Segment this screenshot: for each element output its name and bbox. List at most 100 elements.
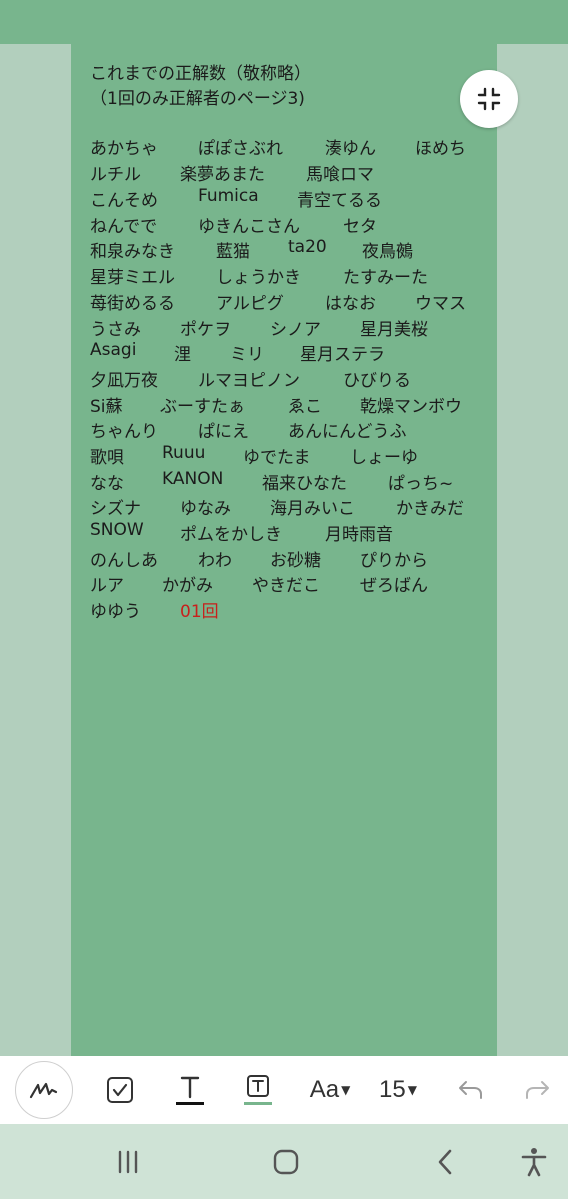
name-cell: ひびりる: [343, 371, 411, 391]
system-navigation-bar: [0, 1124, 568, 1199]
name-cell: かがみ: [162, 576, 213, 596]
list-item: ルア かがみ やきだこ ぜろばん: [90, 571, 490, 596]
name-cell: ぜろばん: [360, 576, 428, 596]
name-cell: 青空てるる: [297, 191, 382, 211]
name-cell: なな: [90, 474, 124, 494]
name-cell: Si蘇: [90, 397, 123, 417]
name-cell: 和泉みなき: [90, 242, 175, 262]
name-cell: セタ: [343, 217, 377, 237]
list-item: ゆゆう 01回: [90, 597, 490, 622]
right-margin: [497, 44, 568, 1056]
font-size-value: 15: [379, 1076, 406, 1103]
font-style-dropdown[interactable]: Aa ▼: [300, 1056, 360, 1124]
font-style-label: Aa: [309, 1076, 340, 1103]
top-status-area: [0, 0, 568, 44]
list-item: ルチル 楽夢あまた 馬喰ロマ: [90, 160, 490, 185]
name-cell: お砂糖: [270, 551, 321, 571]
home-button[interactable]: [262, 1124, 310, 1199]
name-cell: あんにんどうふ: [288, 422, 407, 442]
text-style-button[interactable]: [170, 1056, 210, 1124]
recent-apps-button[interactable]: [104, 1124, 152, 1199]
name-cell: あかちゃ: [90, 139, 158, 159]
list-item: うさみ ポケヲ シノア 星月美桜: [90, 315, 490, 340]
font-size-dropdown[interactable]: 15 ▼: [370, 1056, 426, 1124]
list-item: シズナ ゆなみ 海月みいこ かきみだ: [90, 494, 490, 519]
note-toolbar: Aa ▼ 15 ▼: [0, 1056, 568, 1124]
name-cell: しょーゆ: [350, 448, 418, 468]
name-cell: ぱにえ: [198, 422, 249, 442]
name-cell: ポケヲ: [180, 320, 231, 340]
name-cell: アルピグ: [216, 294, 284, 314]
name-cell: ぱっち~: [388, 474, 454, 494]
checkbox-icon: [107, 1077, 133, 1103]
undo-button[interactable]: [450, 1056, 490, 1124]
name-cell: 歌唄: [90, 448, 124, 468]
name-cell: ゆゆう: [90, 602, 141, 622]
list-item: 星芽ミエル しょうかき たすみーた: [90, 263, 490, 288]
name-cell: Fumica: [198, 186, 259, 206]
name-cell: 乾燥マンボウ: [360, 397, 462, 417]
list-item: Si蘇 ぶーすたぁ ゑこ 乾燥マンボウ: [90, 392, 490, 417]
redo-button[interactable]: [518, 1056, 558, 1124]
name-cell: かきみだ: [396, 499, 464, 519]
name-cell: 楽夢あまた: [180, 165, 265, 185]
text-box-button[interactable]: [238, 1056, 278, 1124]
list-item: のんしあ わわ お砂糖 ぴりから: [90, 546, 490, 571]
name-cell: ちゃんり: [90, 422, 158, 442]
name-cell: ほめち: [415, 139, 466, 159]
name-cell: しょうかき: [216, 268, 301, 288]
name-cell: うさみ: [90, 320, 141, 340]
text-style-icon: [176, 1076, 204, 1105]
name-cell: 夜鳥鵺: [362, 242, 413, 262]
back-button[interactable]: [422, 1124, 470, 1199]
name-cell: SNOW: [90, 520, 144, 540]
name-cell: 星月ステラ: [300, 345, 385, 365]
collapse-icon: [477, 87, 501, 111]
list-item: 夕凪万夜 ルマヨピノン ひびりる: [90, 366, 490, 391]
list-item: あかちゃ ぽぽさぶれ 湊ゆん ほめち: [90, 134, 490, 159]
caret-down-icon: ▼: [407, 1083, 417, 1097]
name-cell: ウマス: [415, 294, 466, 314]
list-item: ちゃんり ぱにえ あんにんどうふ: [90, 417, 490, 442]
name-cell: ta20: [288, 237, 327, 257]
name-cell: ぽぽさぶれ: [198, 139, 283, 159]
page-title: これまでの正解数（敬称略）: [90, 64, 311, 84]
checkbox-button[interactable]: [100, 1056, 140, 1124]
name-cell: ゆでたま: [243, 448, 311, 468]
undo-icon: [459, 1081, 482, 1099]
accessibility-icon: [521, 1147, 547, 1176]
name-cell: 星芽ミエル: [90, 268, 175, 288]
name-cell: KANON: [162, 469, 224, 489]
name-cell: Ruuu: [162, 443, 206, 463]
name-cell: シノア: [270, 320, 321, 340]
list-item: 歌唄 Ruuu ゆでたま しょーゆ: [90, 443, 490, 468]
pen-icon: [29, 1082, 58, 1099]
name-cell: ぴりから: [360, 551, 428, 571]
caret-down-icon: ▼: [341, 1083, 351, 1097]
name-cell: ミリ: [230, 345, 264, 365]
name-cell: 福来ひなた: [262, 474, 347, 494]
collapse-button[interactable]: [460, 70, 518, 128]
list-item: SNOW ポムをかしき 月時雨音: [90, 520, 490, 545]
name-cell: 浬: [174, 345, 191, 365]
list-item: Asagi 浬 ミリ 星月ステラ: [90, 340, 490, 365]
list-item: こんそめ Fumica 青空てるる: [90, 186, 490, 211]
name-cell: わわ: [198, 551, 232, 571]
name-cell: ルマヨピノン: [198, 371, 300, 391]
name-cell: Asagi: [90, 340, 137, 360]
list-item: ねんでで ゆきんこさん セタ: [90, 212, 490, 237]
name-cell: 湊ゆん: [325, 139, 376, 159]
name-cell: 藍猫: [216, 242, 250, 262]
pen-button[interactable]: [14, 1056, 74, 1124]
name-cell: やきだこ: [252, 576, 320, 596]
name-cell: はなお: [325, 294, 376, 314]
home-icon: [273, 1149, 299, 1174]
name-cell: ゑこ: [288, 397, 322, 417]
left-margin: [0, 44, 71, 1056]
name-cell: ゆなみ: [180, 499, 231, 519]
name-cell: ゆきんこさん: [198, 217, 300, 237]
name-cell: 月時雨音: [325, 525, 393, 545]
redo-icon: [526, 1081, 549, 1099]
accessibility-button[interactable]: [510, 1124, 558, 1199]
page-subtitle: （1回のみ正解者のページ3): [90, 89, 305, 109]
